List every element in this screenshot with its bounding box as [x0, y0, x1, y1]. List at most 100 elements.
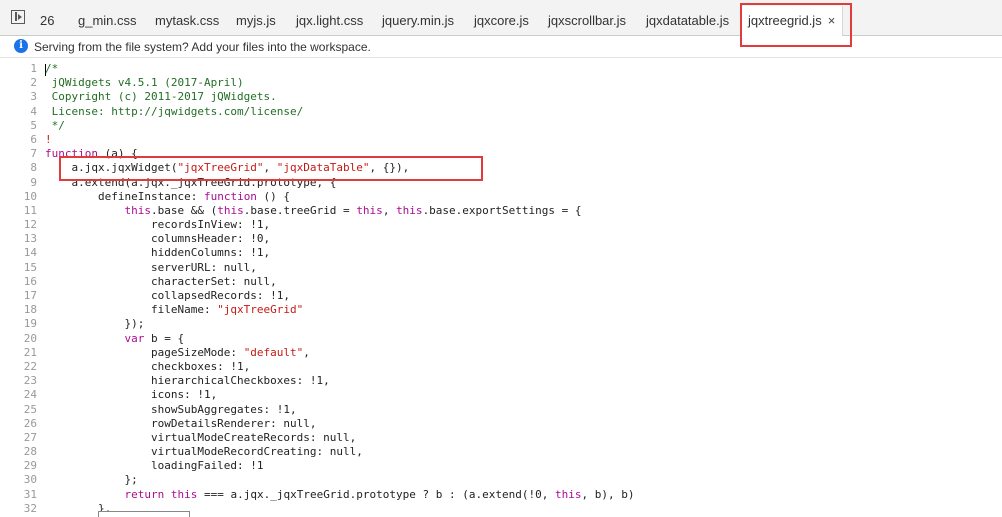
code-token: "default": [243, 345, 304, 359]
line-number[interactable]: 4: [0, 105, 37, 119]
code-line[interactable]: hiddenColumns: !1,: [45, 246, 634, 260]
highlight-box-line-8: [59, 156, 483, 181]
code-line[interactable]: serverURL: null,: [45, 261, 634, 275]
line-number[interactable]: 26: [0, 417, 37, 431]
infobar-message: Serving from the file system? Add your f…: [34, 40, 371, 54]
code-token: License: http://jqwidgets.com/license/: [45, 104, 304, 118]
code-line[interactable]: */: [45, 119, 634, 133]
code-line[interactable]: recordsInView: !1,: [45, 218, 634, 232]
code-token: */: [45, 118, 65, 132]
code-line[interactable]: checkboxes: !1,: [45, 360, 634, 374]
line-number[interactable]: 3: [0, 90, 37, 104]
line-number[interactable]: 28: [0, 445, 37, 459]
code-line[interactable]: collapsedRecords: !1,: [45, 289, 634, 303]
line-number[interactable]: 12: [0, 218, 37, 232]
code-line[interactable]: loadingFailed: !1: [45, 459, 634, 473]
code-line[interactable]: jQWidgets v4.5.1 (2017-April): [45, 76, 634, 90]
code-line[interactable]: showSubAggregates: !1,: [45, 403, 634, 417]
code-line[interactable]: pageSizeMode: "default",: [45, 346, 634, 360]
line-number[interactable]: 11: [0, 204, 37, 218]
code-lines[interactable]: /* jQWidgets v4.5.1 (2017-April) Copyrig…: [45, 62, 634, 516]
line-number[interactable]: 30: [0, 473, 37, 487]
line-number[interactable]: 16: [0, 275, 37, 289]
line-number[interactable]: 8: [0, 161, 37, 175]
line-number[interactable]: 10: [0, 190, 37, 204]
code-line[interactable]: hierarchicalCheckboxes: !1,: [45, 374, 634, 388]
code-token: ,: [303, 345, 310, 359]
line-number[interactable]: 14: [0, 246, 37, 260]
code-line[interactable]: /*: [45, 62, 634, 76]
line-number[interactable]: 31: [0, 488, 37, 502]
toggle-navigator-icon[interactable]: [11, 10, 25, 24]
line-number[interactable]: 2: [0, 76, 37, 90]
line-number[interactable]: 29: [0, 459, 37, 473]
code-line[interactable]: Copyright (c) 2011-2017 jQWidgets.: [45, 90, 634, 104]
code-token: showSubAggregates: !1,: [45, 402, 297, 416]
code-token: ,: [382, 203, 397, 217]
line-number[interactable]: 22: [0, 360, 37, 374]
line-number[interactable]: 32: [0, 502, 37, 516]
code-line[interactable]: });: [45, 317, 634, 331]
code-token: recordsInView: !1,: [45, 218, 271, 232]
code-editor[interactable]: 1 2 3 4 5 6 7 8 9 10 11 12 13 14 15 16 17 18 19 20 21 22 23 24 2…: [0, 62, 1002, 516]
tab-jqx-light-css[interactable]: jqx.light.css: [296, 13, 363, 28]
line-number[interactable]: 18: [0, 303, 37, 317]
tooltip-edge: [98, 511, 190, 517]
line-number[interactable]: 6: [0, 133, 37, 147]
tab-myjs-js[interactable]: myjs.js: [236, 13, 276, 28]
tab-jqxcore-js[interactable]: jqxcore.js: [474, 13, 529, 28]
code-line[interactable]: fileName: "jqxTreeGrid": [45, 303, 634, 317]
line-number[interactable]: 13: [0, 232, 37, 246]
line-number[interactable]: 19: [0, 317, 37, 331]
tab-jquery-min-js[interactable]: jquery.min.js: [382, 13, 454, 28]
tab-g-min-css[interactable]: g_min.css: [78, 13, 137, 28]
line-number[interactable]: 5: [0, 119, 37, 133]
code-token: virtualModeCreateRecords: null,: [45, 430, 357, 444]
code-line[interactable]: rowDetailsRenderer: null,: [45, 417, 634, 431]
tab-jqxdatatable-js[interactable]: jqxdatatable.js: [646, 13, 729, 28]
tab-count[interactable]: 26: [40, 13, 54, 28]
line-number[interactable]: 20: [0, 332, 37, 346]
code-line[interactable]: return this === a.jqx._jqxTreeGrid.proto…: [45, 488, 634, 502]
code-line[interactable]: };: [45, 473, 634, 487]
tab-mytask-css[interactable]: mytask.css: [155, 13, 219, 28]
tab-jqxscrollbar-js[interactable]: jqxscrollbar.js: [548, 13, 626, 28]
highlight-box-active-tab: [740, 3, 852, 47]
code-line[interactable]: var b = {: [45, 332, 634, 346]
code-token: b = {: [144, 331, 185, 345]
code-token: hiddenColumns: !1,: [45, 246, 271, 260]
code-line[interactable]: !: [45, 133, 634, 147]
code-line[interactable]: this.base && (this.base.treeGrid = this,…: [45, 204, 634, 218]
code-token: this: [396, 203, 423, 217]
code-line[interactable]: virtualModeRecordCreating: null,: [45, 445, 634, 459]
code-token: };: [45, 473, 138, 487]
line-number[interactable]: 27: [0, 431, 37, 445]
line-number[interactable]: 15: [0, 261, 37, 275]
code-line[interactable]: virtualModeCreateRecords: null,: [45, 431, 634, 445]
code-line[interactable]: columnsHeader: !0,: [45, 232, 634, 246]
code-token: /*: [45, 62, 59, 75]
code-token: .base.treeGrid =: [243, 203, 357, 217]
code-line[interactable]: characterSet: null,: [45, 275, 634, 289]
line-number[interactable]: 7: [0, 147, 37, 161]
code-token: this: [554, 487, 582, 501]
code-token: this: [124, 203, 151, 217]
line-number[interactable]: 25: [0, 403, 37, 417]
line-number[interactable]: 21: [0, 346, 37, 360]
line-number[interactable]: 24: [0, 388, 37, 402]
code-token: });: [45, 317, 145, 331]
code-line[interactable]: icons: !1,: [45, 388, 634, 402]
code-token: loadingFailed: !1: [45, 459, 264, 473]
code-line[interactable]: defineInstance: function () {: [45, 190, 634, 204]
code-token: , b), b): [581, 487, 635, 501]
code-token: () {: [256, 189, 291, 203]
line-number[interactable]: 23: [0, 374, 37, 388]
code-token: pageSizeMode:: [45, 345, 244, 359]
line-number[interactable]: 1: [0, 62, 37, 76]
line-number[interactable]: 17: [0, 289, 37, 303]
code-line[interactable]: License: http://jqwidgets.com/license/: [45, 105, 634, 119]
line-number[interactable]: 9: [0, 176, 37, 190]
